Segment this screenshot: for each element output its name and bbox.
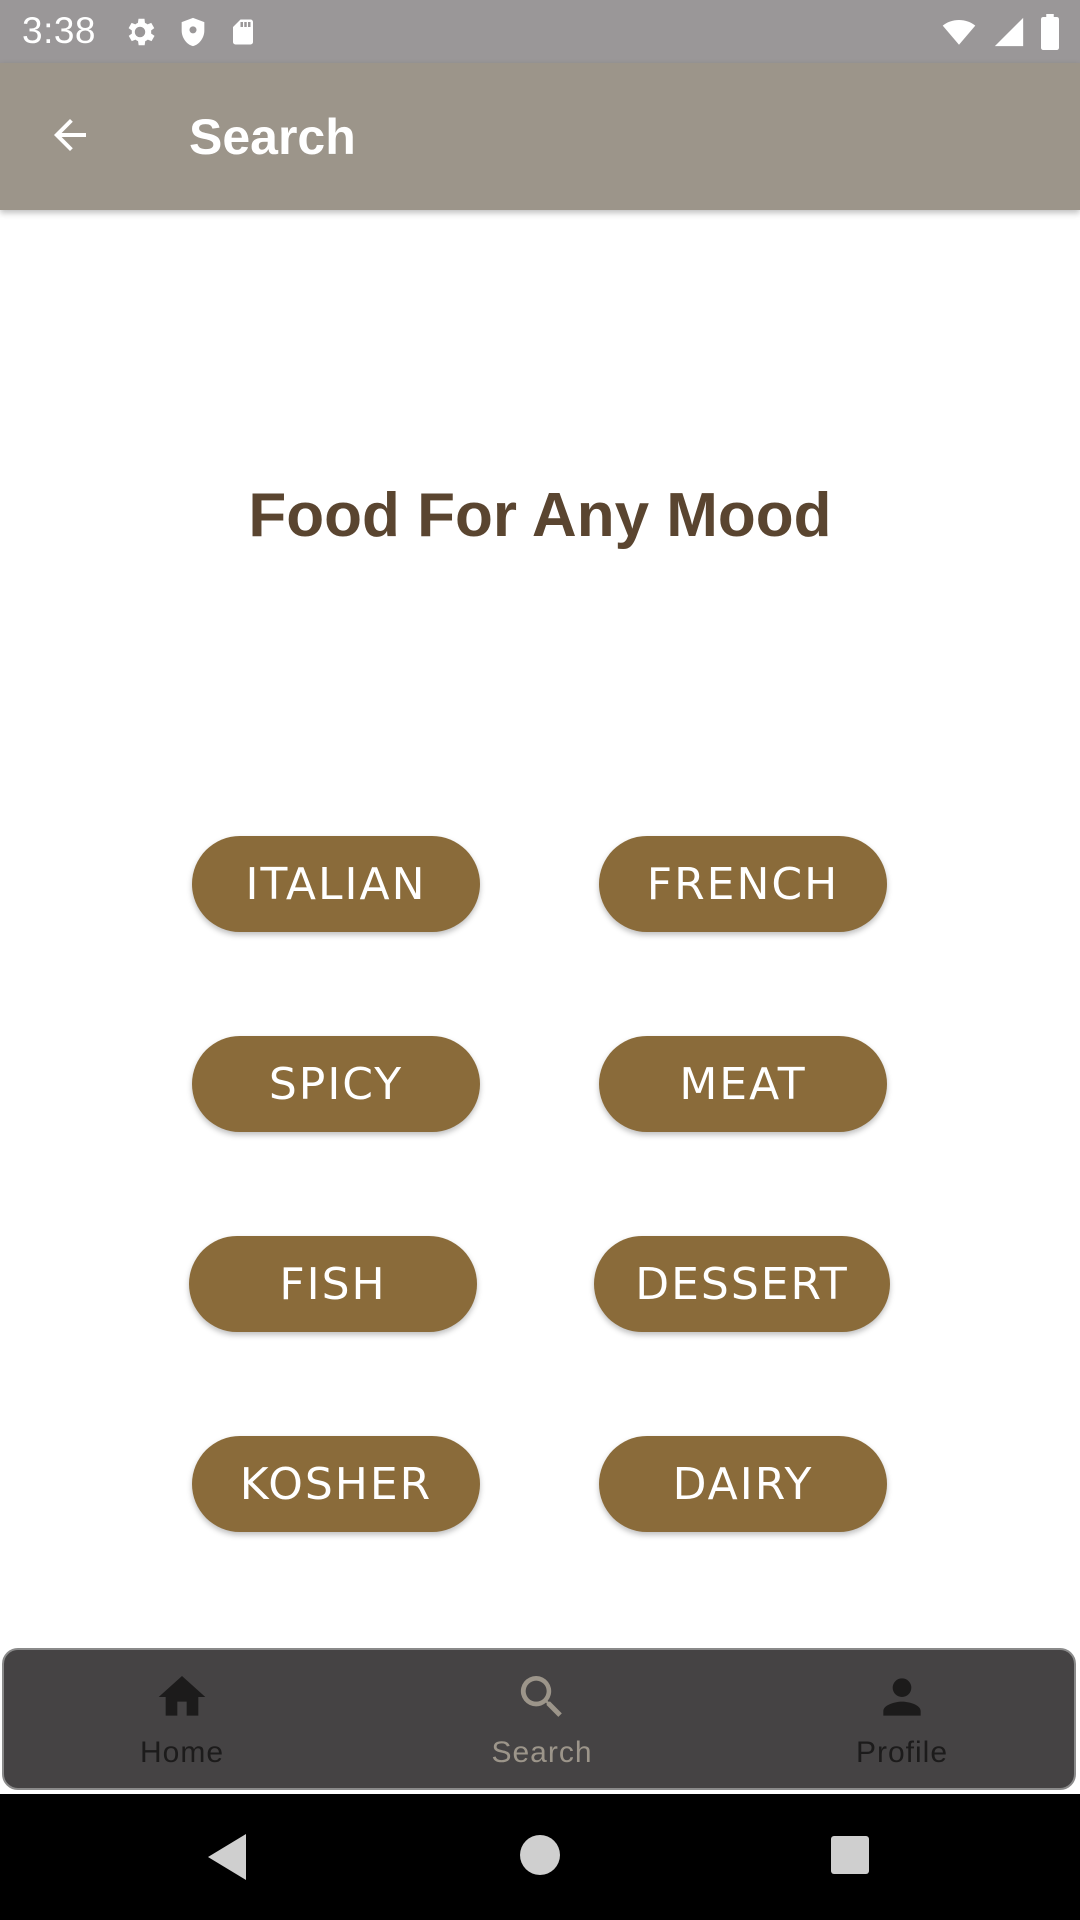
person-icon: [874, 1669, 930, 1730]
chip-kosher[interactable]: KOSHER: [192, 1436, 480, 1532]
headline: Food For Any Mood: [248, 481, 832, 550]
nav-item-profile[interactable]: Profile: [752, 1650, 1052, 1788]
status-icons-right: [940, 14, 1060, 55]
nav-label-home: Home: [139, 1735, 225, 1769]
back-button[interactable]: [38, 109, 102, 165]
chip-french[interactable]: FRENCH: [599, 836, 887, 932]
arrow-back-icon: [46, 111, 94, 164]
back-triangle-icon[interactable]: [204, 1830, 250, 1889]
battery-icon: [1040, 14, 1060, 55]
status-icons-left: [122, 14, 258, 55]
recents-square-icon[interactable]: [830, 1835, 870, 1880]
status-bar: 3:38: [0, 0, 1080, 63]
chip-spicy[interactable]: SPICY: [192, 1036, 480, 1132]
cellular-icon: [992, 15, 1026, 54]
nav-item-home[interactable]: Home: [32, 1650, 332, 1788]
sd-card-icon: [228, 14, 258, 55]
chip-dairy[interactable]: DAIRY: [599, 1436, 887, 1532]
chip-italian[interactable]: ITALIAN: [192, 836, 480, 932]
chip-fish[interactable]: FISH: [189, 1236, 477, 1332]
chip-dessert[interactable]: DESSERT: [594, 1236, 890, 1332]
search-icon: [514, 1669, 570, 1730]
page-title: Search: [189, 109, 356, 165]
nav-item-search[interactable]: Search: [392, 1650, 692, 1788]
home-circle-icon[interactable]: [519, 1834, 561, 1881]
chip-meat[interactable]: MEAT: [599, 1036, 887, 1132]
nav-label-profile: Profile: [855, 1735, 949, 1769]
bottom-navigation: Home Search Profile: [2, 1648, 1076, 1790]
settings-icon: [122, 14, 158, 55]
home-icon: [154, 1669, 210, 1730]
wifi-icon: [940, 15, 978, 54]
nav-label-search: Search: [491, 1735, 593, 1769]
system-navigation-bar: [0, 1794, 1080, 1920]
app-bar: Search: [0, 63, 1080, 210]
status-time: 3:38: [22, 10, 97, 51]
shield-icon: [176, 14, 210, 55]
